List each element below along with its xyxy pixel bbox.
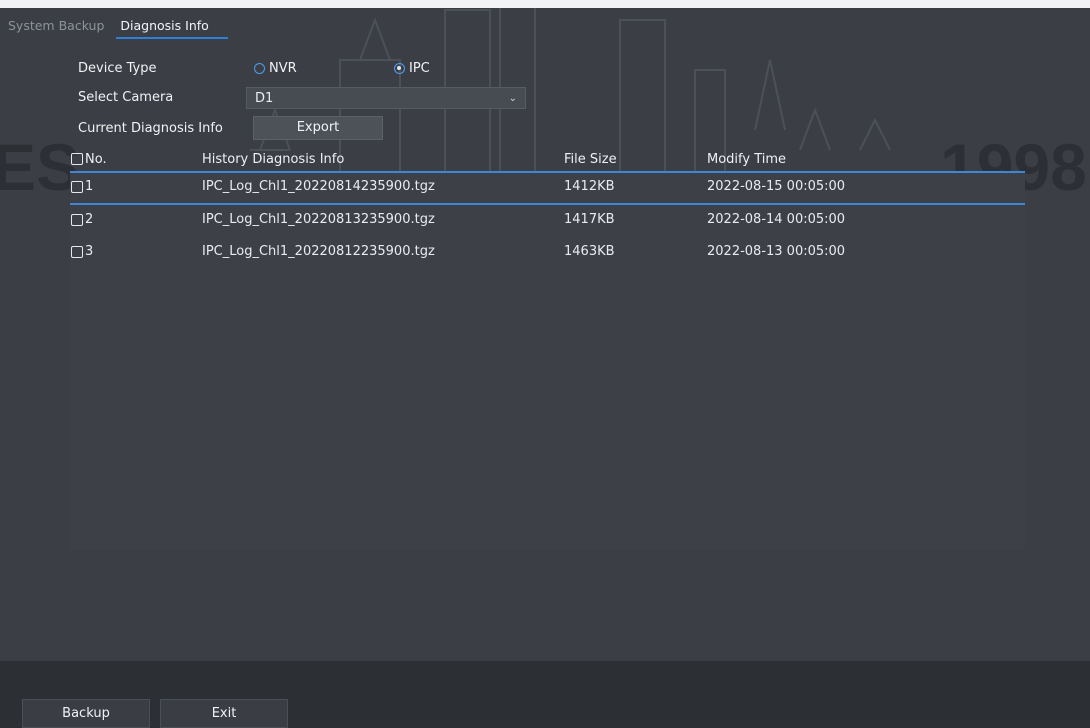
header-history-diagnosis-info: History Diagnosis Info [202,152,345,167]
tab-diagnosis-info[interactable]: Diagnosis Info [112,15,216,37]
row-no: 3 [85,244,94,259]
tab-system-backup[interactable]: System Backup [0,15,112,37]
row-checkbox[interactable] [71,181,83,193]
radio-nvr[interactable]: NVR [254,61,297,76]
top-strip [0,0,1090,8]
radio-nvr-label: NVR [269,61,297,76]
radio-ipc-label: IPC [409,61,430,76]
row-modify-time: 2022-08-14 00:05:00 [707,212,846,227]
table-row[interactable]: 3 IPC_Log_Chl1_20220812235900.tgz 1463KB… [70,239,1025,267]
chevron-down-icon: ⌄ [508,92,517,104]
header-file-size: File Size [564,152,617,167]
row-file-name: IPC_Log_Chl1_20220814235900.tgz [202,179,435,194]
table-header: No. History Diagnosis Info File Size Mod… [70,149,1025,171]
header-no: No. [85,152,107,167]
row-modify-time: 2022-08-15 00:05:00 [707,179,846,194]
backup-button[interactable]: Backup [22,699,150,728]
radio-ipc[interactable]: IPC [394,61,430,76]
row-file-size: 1463KB [564,244,615,259]
table-row[interactable]: 1 IPC_Log_Chl1_20220814235900.tgz 1412KB… [70,174,1025,202]
camera-select[interactable]: D1 ⌄ [246,87,526,109]
row-checkbox[interactable] [71,214,83,226]
camera-select-value: D1 [255,90,274,106]
table-row[interactable]: 2 IPC_Log_Chl1_20220813235900.tgz 1417KB… [70,207,1025,235]
select-camera-label: Select Camera [78,90,174,105]
row-file-name: IPC_Log_Chl1_20220812235900.tgz [202,244,435,259]
header-divider [70,171,1025,173]
row-no: 1 [85,179,94,194]
row-file-size: 1412KB [564,179,615,194]
exit-button[interactable]: Exit [160,699,288,728]
radio-ipc-circle-icon [394,63,405,74]
row-file-size: 1417KB [564,212,615,227]
radio-nvr-circle-icon [254,63,265,74]
header-modify-time: Modify Time [707,152,787,167]
export-button[interactable]: Export [253,116,383,140]
watermark-left-text: ES [0,130,80,204]
select-all-checkbox[interactable] [71,153,83,165]
tab-bar: System Backup Diagnosis Info [0,14,217,38]
row-file-name: IPC_Log_Chl1_20220813235900.tgz [202,212,435,227]
row-modify-time: 2022-08-13 00:05:00 [707,244,846,259]
row-checkbox[interactable] [71,246,83,258]
row-no: 2 [85,212,94,227]
active-tab-indicator [116,37,228,39]
row-selection-line [70,203,1025,205]
device-type-label: Device Type [78,61,157,76]
current-diagnosis-label: Current Diagnosis Info [78,121,223,136]
